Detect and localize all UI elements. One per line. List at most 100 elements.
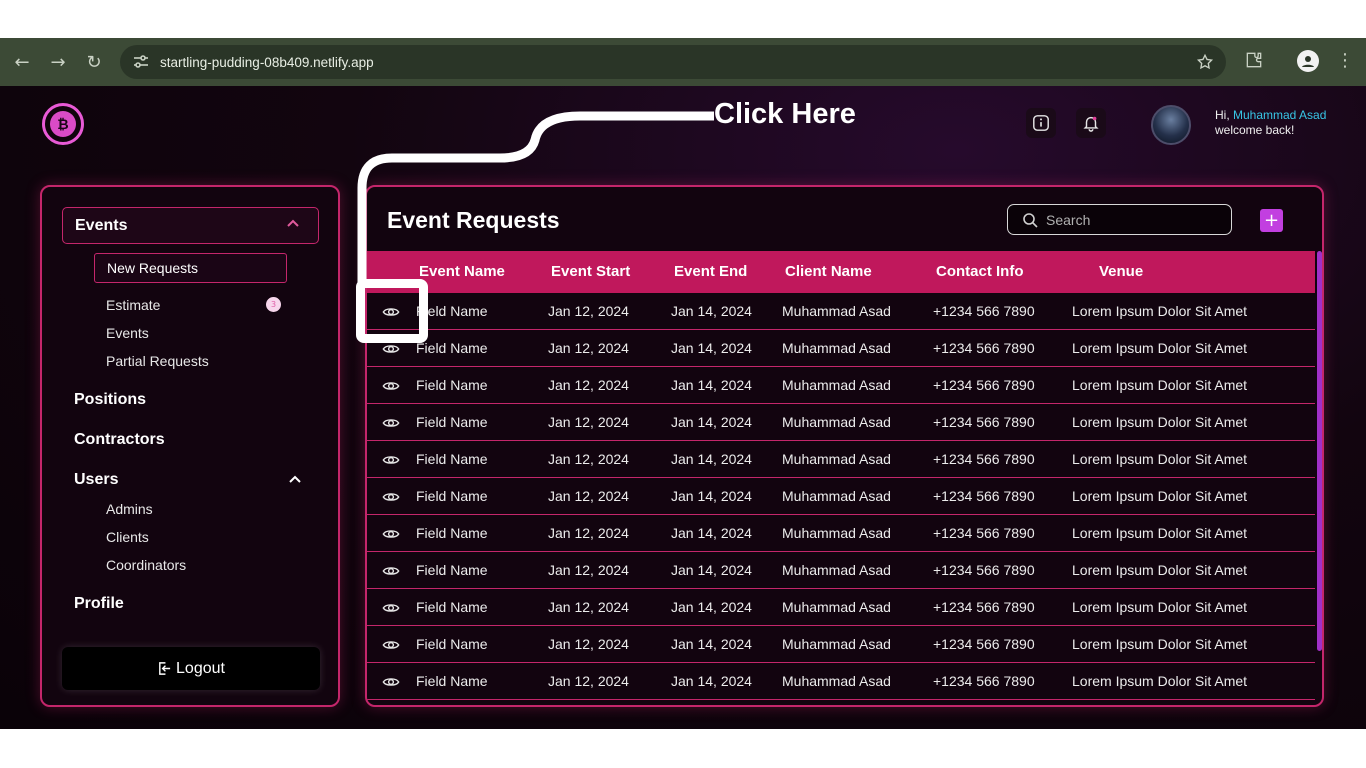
logout-button[interactable]: Logout [62, 647, 320, 690]
cell-contact-info: +1234 566 7890 [933, 636, 1035, 652]
cell-event-end: Jan 14, 2024 [671, 340, 752, 356]
table-scrollbar[interactable] [1317, 251, 1322, 651]
sidebar-item-events[interactable]: Events [62, 207, 319, 244]
eye-icon[interactable] [382, 414, 400, 432]
kebab-menu-icon[interactable]: ⋮ [1336, 50, 1354, 71]
table-row: Field Name Jan 12, 2024 Jan 14, 2024 Muhamm… [367, 367, 1315, 404]
column-header-event-name[interactable]: Event Name [419, 263, 505, 280]
reload-icon[interactable]: ↻ [76, 44, 112, 80]
table-row: Field Name Jan 12, 2024 Jan 14, 2024 Muhamm… [367, 552, 1315, 589]
eye-icon[interactable] [382, 673, 400, 691]
eye-icon[interactable] [382, 525, 400, 543]
greeting-prefix: Hi, [1215, 108, 1233, 122]
cell-event-start: Jan 12, 2024 [548, 377, 629, 393]
welcome-text: welcome back! [1215, 123, 1295, 137]
sidebar: Events New Requests Estimate 3 Events Pa… [40, 185, 340, 707]
user-greeting: Hi, Muhammad Asad welcome back! [1215, 108, 1326, 138]
search-input[interactable] [1046, 211, 1216, 228]
sidebar-item-admins[interactable]: Admins [106, 501, 153, 517]
cell-event-start: Jan 12, 2024 [548, 451, 629, 467]
column-header-event-start[interactable]: Event Start [551, 263, 630, 280]
info-icon[interactable] [1026, 108, 1056, 138]
cell-venue: Lorem Ipsum Dolor Sit Amet [1072, 377, 1248, 393]
sidebar-item-profile[interactable]: Profile [74, 595, 124, 613]
cell-client-name: Muhammad Asad [782, 303, 891, 319]
cell-client-name: Muhammad Asad [782, 377, 891, 393]
estimate-count-badge: 3 [266, 297, 281, 312]
column-header-contact-info[interactable]: Contact Info [936, 263, 1024, 280]
sidebar-item-clients[interactable]: Clients [106, 529, 149, 545]
cell-client-name: Muhammad Asad [782, 488, 891, 504]
annotation-label: Click Here [714, 98, 856, 130]
sidebar-item-positions[interactable]: Positions [74, 391, 146, 409]
cell-event-end: Jan 14, 2024 [671, 599, 752, 615]
sidebar-item-estimate[interactable]: Estimate [106, 297, 160, 313]
search-field[interactable] [1007, 204, 1232, 235]
table-row: Field Name Jan 12, 2024 Jan 14, 2024 Muhamm… [367, 404, 1315, 441]
address-bar[interactable]: startling-pudding-08b409.netlify.app [120, 45, 1226, 79]
chevron-up-icon[interactable] [288, 473, 302, 487]
url-text[interactable]: startling-pudding-08b409.netlify.app [160, 55, 374, 70]
cell-event-end: Jan 14, 2024 [671, 377, 752, 393]
table-header-row: Event Name Event Start Event End Client … [367, 251, 1315, 293]
app-root: ₿ Hi, Muhammad Asad welcome back! Events… [0, 86, 1366, 729]
column-header-event-end[interactable]: Event End [674, 263, 747, 280]
cell-event-end: Jan 14, 2024 [671, 636, 752, 652]
user-name[interactable]: Muhammad Asad [1233, 108, 1326, 122]
cell-event-name: Field Name [416, 636, 488, 652]
sidebar-item-partial-requests[interactable]: Partial Requests [106, 353, 209, 369]
cell-event-end: Jan 14, 2024 [671, 414, 752, 430]
cell-event-name: Field Name [416, 377, 488, 393]
cell-event-name: Field Name [416, 673, 488, 689]
column-header-venue[interactable]: Venue [1099, 263, 1143, 280]
cell-venue: Lorem Ipsum Dolor Sit Amet [1072, 673, 1248, 689]
eye-icon[interactable] [382, 636, 400, 654]
sidebar-item-users[interactable]: Users [74, 471, 118, 489]
table-body: Field Name Jan 12, 2024 Jan 14, 2024 Muhamm… [367, 293, 1315, 700]
cell-event-start: Jan 12, 2024 [548, 599, 629, 615]
cell-event-end: Jan 14, 2024 [671, 488, 752, 504]
eye-icon[interactable] [382, 451, 400, 469]
chevron-up-icon[interactable] [286, 217, 300, 231]
cell-contact-info: +1234 566 7890 [933, 562, 1035, 578]
search-icon [1023, 212, 1038, 228]
sidebar-item-new-requests[interactable]: New Requests [94, 253, 287, 283]
back-arrow-icon[interactable]: ← [4, 44, 40, 80]
eye-icon[interactable] [382, 599, 400, 617]
sidebar-item-coordinators[interactable]: Coordinators [106, 557, 186, 573]
table-row: Field Name Jan 12, 2024 Jan 14, 2024 Muhamm… [367, 515, 1315, 552]
cell-event-name: Field Name [416, 340, 488, 356]
column-header-client-name[interactable]: Client Name [785, 263, 872, 280]
event-requests-table: Event Name Event Start Event End Client … [367, 251, 1315, 700]
cell-event-start: Jan 12, 2024 [548, 488, 629, 504]
star-icon[interactable] [1196, 53, 1214, 71]
cell-client-name: Muhammad Asad [782, 636, 891, 652]
cell-client-name: Muhammad Asad [782, 340, 891, 356]
cell-venue: Lorem Ipsum Dolor Sit Amet [1072, 562, 1248, 578]
extension-icon[interactable] [1244, 50, 1264, 70]
sidebar-item-events-list[interactable]: Events [106, 325, 149, 341]
bell-icon[interactable] [1076, 108, 1106, 138]
avatar[interactable] [1151, 105, 1191, 145]
bitcoin-logo-icon[interactable]: ₿ [42, 103, 84, 145]
page-title: Event Requests [387, 207, 560, 233]
profile-icon[interactable] [1297, 50, 1319, 72]
sidebar-item-contractors[interactable]: Contractors [74, 431, 165, 449]
cell-contact-info: +1234 566 7890 [933, 340, 1035, 356]
cell-venue: Lorem Ipsum Dolor Sit Amet [1072, 414, 1248, 430]
cell-venue: Lorem Ipsum Dolor Sit Amet [1072, 525, 1248, 541]
cell-client-name: Muhammad Asad [782, 414, 891, 430]
annotation-highlight-box [356, 279, 428, 343]
eye-icon[interactable] [382, 488, 400, 506]
tune-icon[interactable] [132, 53, 150, 71]
eye-icon[interactable] [382, 377, 400, 395]
cell-event-end: Jan 14, 2024 [671, 673, 752, 689]
cell-venue: Lorem Ipsum Dolor Sit Amet [1072, 488, 1248, 504]
eye-icon[interactable] [382, 562, 400, 580]
forward-arrow-icon[interactable]: → [40, 44, 76, 80]
cell-event-end: Jan 14, 2024 [671, 562, 752, 578]
cell-event-start: Jan 12, 2024 [548, 525, 629, 541]
cell-contact-info: +1234 566 7890 [933, 451, 1035, 467]
add-event-button[interactable]: + [1260, 209, 1283, 232]
cell-event-start: Jan 12, 2024 [548, 414, 629, 430]
